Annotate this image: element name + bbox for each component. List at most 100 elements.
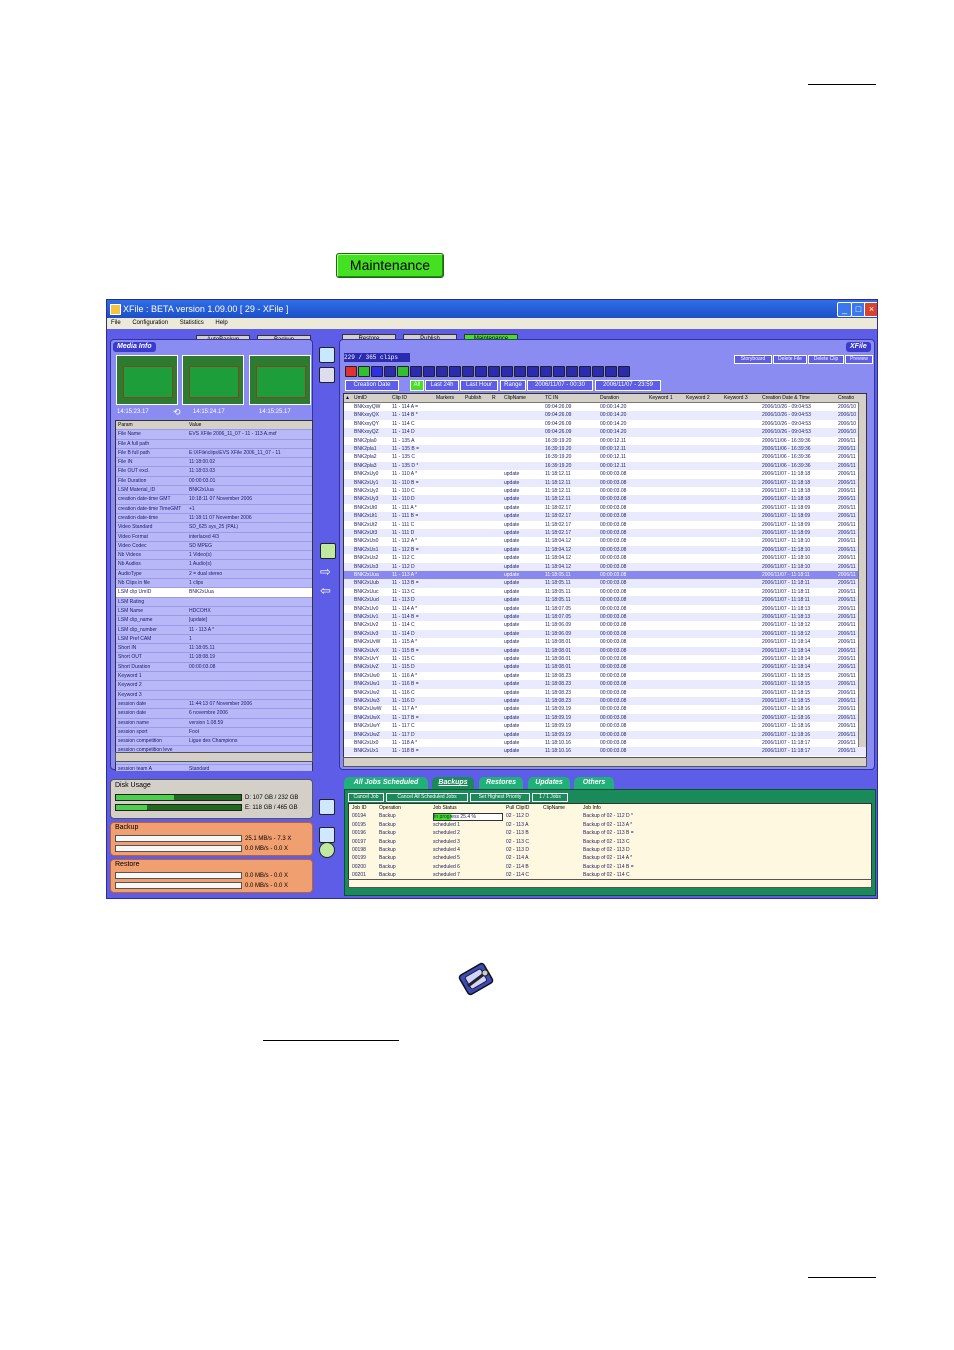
table-row[interactable]: BNK2xUv1 11 - 114 B = update 11:18:07.05 00:… — [344, 613, 866, 622]
green-filter-icon[interactable] — [358, 366, 370, 377]
list-icon[interactable] — [436, 366, 448, 377]
table-row[interactable]: BNKxxyQX 11 - 114 B * 09:04:26.09 00:00:14.… — [344, 411, 866, 420]
media-info-row[interactable]: Video Format interlaced 4/3 — [116, 533, 312, 542]
import-icon[interactable] — [514, 366, 526, 377]
set-highest-priority-button[interactable]: Set Highest Priority — [470, 793, 530, 802]
film-icon[interactable] — [475, 366, 487, 377]
table-row[interactable]: BNK2xUvY 11 - 115 C update 11:18:08.01 00:00… — [344, 655, 866, 663]
media-info-row[interactable]: LSM clip_number 11 - 113 A * — [116, 626, 312, 635]
refresh-icon[interactable]: ⟲ — [173, 407, 181, 418]
media-info-row[interactable]: Short OUT 11:18:08.19 — [116, 653, 312, 663]
table-row[interactable]: BNK2xUwY 11 - 117 C update 11:18:09.19 00:00… — [344, 722, 866, 730]
media-info-row[interactable]: creation date-time TimeGMT +1 — [116, 505, 312, 514]
table-row[interactable]: BNKxxyQZ 11 - 114 D 09:04:26.09 00:00:14.20… — [344, 428, 866, 437]
table-row[interactable]: BNK2xUw0 11 - 116 A * update 11:18:08.23 00:… — [344, 672, 866, 680]
table-row[interactable]: BNK2xUv3 11 - 114 D update 11:18:06.09 00:00… — [344, 629, 866, 639]
table-row[interactable]: BNK2xUwX 11 - 117 B = update 11:18:09.19 00:… — [344, 713, 866, 723]
close-icon[interactable]: × — [864, 302, 877, 317]
col-publish[interactable]: Publish — [465, 394, 481, 402]
table-row[interactable]: BNK2xUy2 11 - 110 C update 11:18:12.11 00:00… — [344, 487, 866, 495]
media-info-row[interactable]: creation date-time 11:18:11 07 November 2… — [116, 514, 312, 524]
all-filter[interactable]: All — [410, 380, 424, 391]
edit-icon[interactable] — [320, 543, 336, 559]
clips-vscrollbar[interactable] — [858, 402, 866, 747]
col-creation-date[interactable]: Creation Date & Time — [762, 394, 810, 402]
col-clip-id[interactable]: Clip ID — [392, 394, 407, 402]
table-row[interactable]: BNK2xUw2 11 - 116 C update 11:18:08.23 00:00… — [344, 689, 866, 697]
red-filter-icon[interactable] — [345, 366, 357, 377]
menu-file[interactable]: File — [111, 320, 121, 326]
menu-configuration[interactable]: Configuration — [132, 320, 168, 326]
check-icon[interactable] — [319, 827, 335, 843]
blue-filter-icon[interactable] — [371, 366, 383, 377]
media-info-row[interactable]: creation date-time GMT 10:18:11 07 Novemb… — [116, 495, 312, 505]
col-keyword-3[interactable]: Keyword 3 — [724, 394, 748, 402]
tab-updates[interactable]: Updates — [528, 777, 570, 789]
media-info-row[interactable]: LSM Name HDCOHX — [116, 607, 312, 617]
backup-icon[interactable] — [540, 366, 552, 377]
col-creation-2[interactable]: Creatio — [838, 394, 854, 402]
clock-icon[interactable] — [319, 842, 335, 858]
sync-icon[interactable] — [527, 366, 539, 377]
creation-date-filter[interactable]: Creation Date — [345, 380, 399, 391]
job-row[interactable]: 00198 Backup scheduled 4 02 - 113 D Backup o… — [349, 846, 871, 854]
arrow-right-icon[interactable]: ⇨ — [320, 564, 331, 580]
col-r[interactable]: R — [492, 394, 496, 402]
grid-icon[interactable] — [449, 366, 461, 377]
maintenance-button[interactable]: Maintenance — [336, 253, 444, 278]
table-row[interactable]: BNK2xUuc 11 - 113 C update 11:18:05.11 00:00… — [344, 588, 866, 596]
media-info-row[interactable]: AudioType 2 = dual stereo — [116, 570, 312, 580]
thumbnail-1[interactable] — [116, 355, 178, 405]
tab-others[interactable]: Others — [574, 777, 614, 789]
table-row[interactable]: BNK2xUv2 11 - 114 C update 11:18:06.09 00:00… — [344, 621, 866, 629]
table-row[interactable]: BNKxxyQY 11 - 114 C 09:04:26.09 00:00:14.20… — [344, 420, 866, 428]
table-row[interactable]: BNK2xUy0 11 - 110 A * update 11:18:12.11 00:… — [344, 470, 866, 478]
job-row[interactable]: 00194 Backup In progress 25.4 % 02 - 112 DB… — [349, 812, 871, 822]
job-row[interactable]: 00199 Backup scheduled 5 02 - 114 A Backup o… — [349, 854, 871, 862]
cancel-job-button[interactable]: Cancel Job — [348, 793, 384, 802]
col-tc-in[interactable]: TC IN — [545, 394, 558, 402]
tape-icon[interactable] — [410, 366, 422, 377]
transfer-icon[interactable] — [319, 347, 335, 363]
media-info-row[interactable]: session date 6 novembre 2006 — [116, 709, 312, 719]
tab-all-jobs[interactable]: All Jobs Scheduled — [344, 777, 428, 789]
media-info-row[interactable]: Nb Clips in file 1 clips — [116, 579, 312, 589]
last-hour-filter[interactable]: Last Hour — [460, 380, 498, 391]
table-row[interactable]: BNK2xUs2 11 - 112 C update 11:18:04.12 00:00… — [344, 554, 866, 562]
jobs-hscrollbar[interactable] — [348, 879, 872, 888]
media-info-row[interactable]: File A full path — [116, 440, 312, 449]
table-row[interactable]: BNK2xUvZ 11 - 115 D update 11:18:08.01 00:00… — [344, 663, 866, 672]
col-keyword-2[interactable]: Keyword 2 — [686, 394, 710, 402]
table-row[interactable]: BNK2xUub 11 - 113 B = update 11:18:05.11 00:… — [344, 579, 866, 588]
media-info-row[interactable]: LSM Pref CAM 1 — [116, 635, 312, 645]
job-row[interactable]: 00200 Backup scheduled 6 02 - 114 B Backup o… — [349, 863, 871, 871]
statistics-icon[interactable] — [319, 799, 335, 815]
tab-backups[interactable]: Backups — [432, 777, 474, 789]
table-row[interactable]: BNK2xUx0 11 - 118 A * update 11:18:10.16 00:… — [344, 739, 866, 747]
col-duration[interactable]: Duration — [600, 394, 619, 402]
sort-icon[interactable]: ▲ — [345, 394, 350, 402]
delete-icon[interactable] — [566, 366, 578, 377]
delete-clip-button[interactable]: Delete Clip — [808, 355, 844, 364]
media-info-row[interactable]: File IN 11:18:00.02 — [116, 458, 312, 468]
storyboard-button[interactable]: Storyboard — [734, 355, 772, 364]
last-24h-filter[interactable]: Last 24h — [425, 380, 459, 391]
media-info-row[interactable]: session date 11:44:13 07 November 2006 — [116, 700, 312, 710]
media-info-row[interactable]: session competition Ligue des Champions — [116, 737, 312, 747]
minimize-icon[interactable]: _ — [837, 302, 852, 317]
col-operation[interactable]: Operation — [379, 804, 401, 812]
table-row[interactable]: BNK2xUs1 11 - 112 B = update 11:18:04.12 00:… — [344, 545, 866, 555]
col-pull-clipid[interactable]: Pull ClipID — [506, 804, 529, 812]
camera-icon[interactable] — [397, 366, 409, 377]
table-row[interactable]: BNK2xUw1 11 - 116 B = update 11:18:08.23 00:… — [344, 680, 866, 689]
table-row[interactable]: BNK2xUt2 11 - 111 C update 11:18:02.17 00:00… — [344, 521, 866, 529]
table-row[interactable]: BNK2xUwW 11 - 117 A * update 11:18:09.19 00:… — [344, 705, 866, 713]
menu-statistics[interactable]: Statistics — [180, 320, 204, 326]
playlist-icon[interactable] — [592, 366, 604, 377]
col-markers[interactable]: Markers — [436, 394, 454, 402]
thumbnail-3[interactable] — [249, 355, 311, 405]
media-info-row[interactable]: Keyword 1 — [116, 672, 312, 682]
range-start-field[interactable]: 2006/11/07 - 00:30 — [527, 380, 593, 391]
table-row[interactable]: BNK2xUt1 11 - 111 B = update 11:18:02.17 00:… — [344, 512, 866, 521]
media-info-row[interactable]: Video Standard SD_625 sys_25 (PAL) — [116, 523, 312, 533]
